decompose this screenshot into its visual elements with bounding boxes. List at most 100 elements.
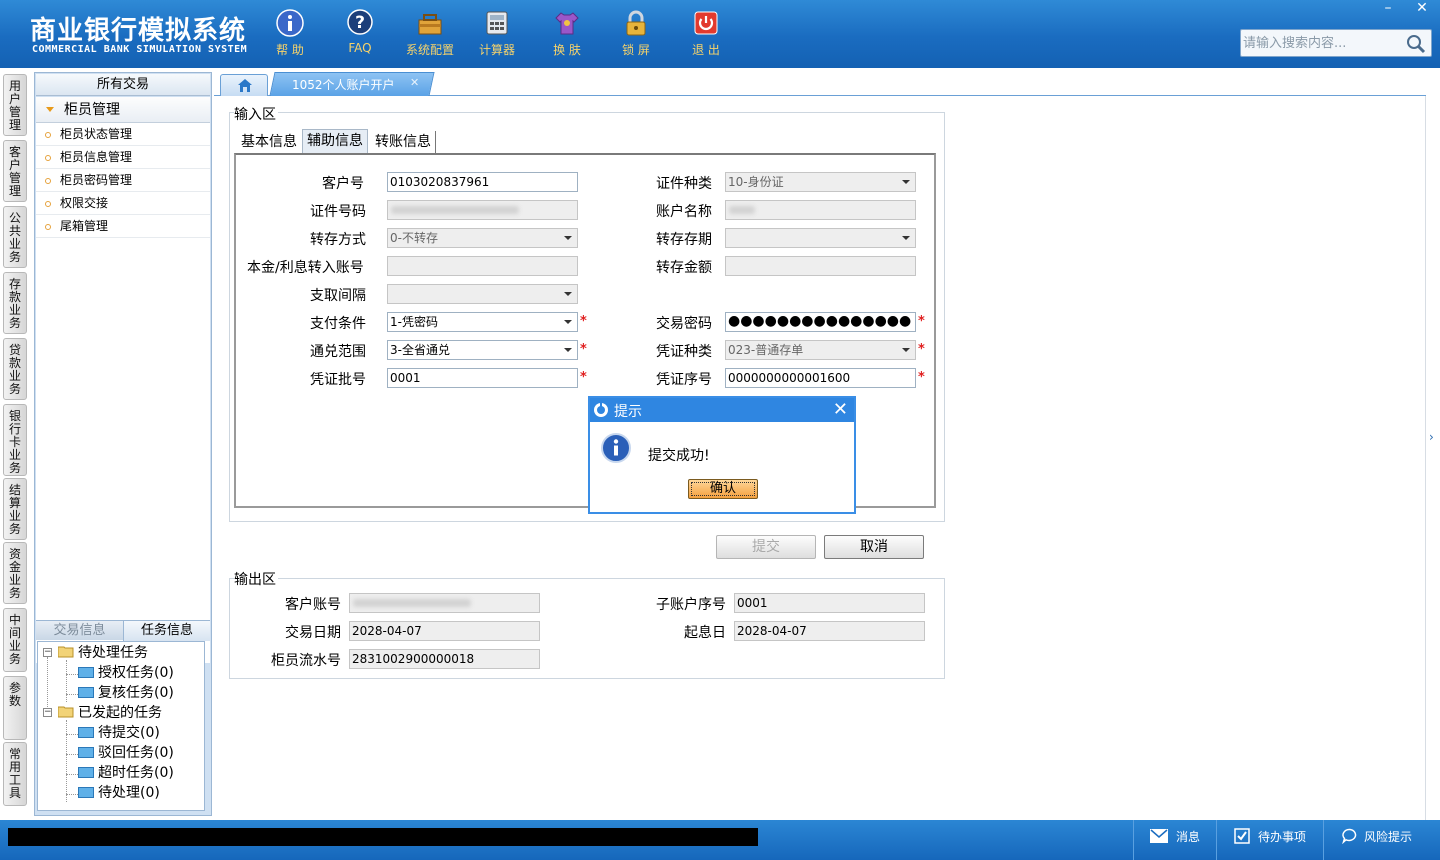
tree-node-label: 授权任务(0) [98,665,174,681]
side-tab-label: 贷款业务 [9,343,22,396]
exit-button[interactable]: 退 出 [673,8,739,64]
risk-alert-label: 风险提示 [1364,830,1413,844]
chevron-down-icon [564,236,572,240]
lock-screen-button[interactable]: 锁 屏 [603,8,669,64]
rollover-mode-select[interactable]: 0-不转存 [387,228,578,248]
menu-item-teller-status[interactable]: 柜员状态管理 [36,123,210,146]
app-title: 商业银行模拟系统 [30,16,247,46]
bullet-icon [45,178,51,184]
required-mark: * [580,342,587,357]
menu-item-label: 柜员信息管理 [60,150,133,164]
transfer-account-label: 本金/利息转入账号 [247,260,364,276]
side-tab-parameters[interactable]: 参数 [3,676,27,740]
menu-item-permission-handover[interactable]: 权限交接 [36,192,210,215]
voucher-batch-field[interactable]: 0001 [387,368,578,388]
id-type-select[interactable]: 10-身份证 [725,172,916,192]
rollover-amount-field[interactable] [725,256,916,276]
todo-button[interactable]: 待办事项 [1234,827,1306,849]
tab-transfer-info[interactable]: 转账信息 [371,131,436,153]
tab-basic-info[interactable]: 基本信息 [237,131,301,153]
dialog-message: 提交成功! [648,448,710,464]
collapse-toggle-icon[interactable]: − [43,708,52,717]
side-tab-user-management[interactable]: 用户管理 [3,74,27,136]
change-skin-button[interactable]: 换 肤 [534,8,600,64]
side-tab-intermediate-business[interactable]: 中间业务 [3,608,27,672]
voucher-type-select[interactable]: 023-普通存单 [725,340,916,360]
tree-node-label: 待提交(0) [98,725,160,741]
system-config-button[interactable]: 系统配置 [397,8,463,64]
tree-node-timeout[interactable]: 超时任务(0) [78,763,174,783]
input-section-title: 输入区 [234,104,278,124]
account-name-field[interactable] [725,200,916,220]
side-tab-public-business[interactable]: 公共业务 [3,206,27,268]
confirm-button[interactable]: 确认 [688,479,758,499]
messages-button[interactable]: 消息 [1150,827,1200,849]
side-tab-common-tools[interactable]: 常用工具 [3,742,27,806]
close-icon[interactable]: ✕ [410,76,419,89]
voucher-batch-label: 凭证批号 [310,372,366,388]
tree-node-label: 待处理(0) [98,785,160,801]
close-window-button[interactable]: ✕ [1406,0,1438,18]
tree-node-review-tasks[interactable]: 复核任务(0) [78,683,174,703]
value-date-label: 起息日 [684,625,726,641]
tree-node-authorize-tasks[interactable]: 授权任务(0) [78,663,174,683]
id-no-label: 证件号码 [310,204,366,220]
tab-auxiliary-info[interactable]: 辅助信息 [302,129,368,153]
calculator-button[interactable]: 计算器 [464,8,530,64]
tx-password-field[interactable]: ●●●●●●●●●●●●●●● [725,312,916,332]
pay-condition-select[interactable]: 1-凭密码 [387,312,578,332]
tree-node-rejected[interactable]: 驳回任务(0) [78,743,174,763]
submit-button[interactable]: 提交 [716,535,816,559]
side-tab-settlement-business[interactable]: 结算业务 [3,478,27,540]
rollover-term-select[interactable] [725,228,916,248]
all-transactions-header: 所有交易 [36,74,210,96]
tree-node-initiated-tasks[interactable]: 已发起的任务 [58,703,162,723]
side-tab-customer-management[interactable]: 客户管理 [3,140,27,202]
menu-item-teller-info[interactable]: 柜员信息管理 [36,146,210,169]
exchange-scope-select[interactable]: 3-全省通兑 [387,340,578,360]
voucher-serial-field[interactable]: 0000000000001600 [725,368,916,388]
teller-management-group[interactable]: 柜员管理 [36,97,210,123]
side-tab-fund-business[interactable]: 资金业务 [3,542,27,604]
id-type-label: 证件种类 [656,176,712,192]
withdraw-interval-select[interactable] [387,284,578,304]
home-tab[interactable] [220,74,268,96]
rollover-mode-label: 转存方式 [310,232,366,248]
required-mark: * [580,370,587,385]
bullet-icon [45,201,51,207]
output-section-title: 输出区 [234,569,278,589]
id-no-field[interactable] [387,200,578,220]
value-date-field: 2028-04-07 [734,621,925,641]
search-icon[interactable] [1405,33,1427,55]
menu-item-tail-box[interactable]: 尾箱管理 [36,215,210,238]
customer-no-field[interactable]: 0103020837961 [387,172,578,192]
sub-account-label: 子账户序号 [656,597,726,613]
risk-alert-button[interactable]: 风险提示 [1342,827,1412,849]
tree-node-to-process[interactable]: 待处理(0) [78,783,160,803]
close-icon[interactable]: ✕ [833,398,848,422]
cancel-button[interactable]: 取消 [824,535,924,559]
tree-node-to-submit[interactable]: 待提交(0) [78,723,160,743]
rollover-mode-value: 0-不转存 [390,231,438,245]
side-tab-bank-card-business[interactable]: 银行卡业务 [3,404,27,476]
folder-icon [78,727,94,738]
transfer-account-field[interactable] [387,256,578,276]
required-mark: * [918,370,925,385]
minimize-button[interactable]: – [1372,0,1404,18]
side-tab-label: 中间业务 [9,613,22,666]
account-name-label: 账户名称 [656,204,712,220]
tab-task-info[interactable]: 任务信息 [123,621,210,641]
faq-button[interactable]: ? FAQ [327,8,393,64]
group-label: 柜员管理 [64,102,120,118]
search-input[interactable] [1243,32,1403,54]
side-tab-loan-business[interactable]: 贷款业务 [3,338,27,400]
chevron-right-icon[interactable]: › [1429,430,1434,444]
tree-node-pending-tasks[interactable]: 待处理任务 [58,643,148,663]
side-tab-deposit-business[interactable]: 存款业务 [3,272,27,334]
tab-transaction-info[interactable]: 交易信息 [36,621,123,641]
shirt-icon [555,12,579,35]
collapse-toggle-icon[interactable]: − [43,648,52,657]
menu-item-teller-password[interactable]: 柜员密码管理 [36,169,210,192]
redacted-value [353,599,471,607]
help-button[interactable]: 帮 助 [257,8,323,64]
